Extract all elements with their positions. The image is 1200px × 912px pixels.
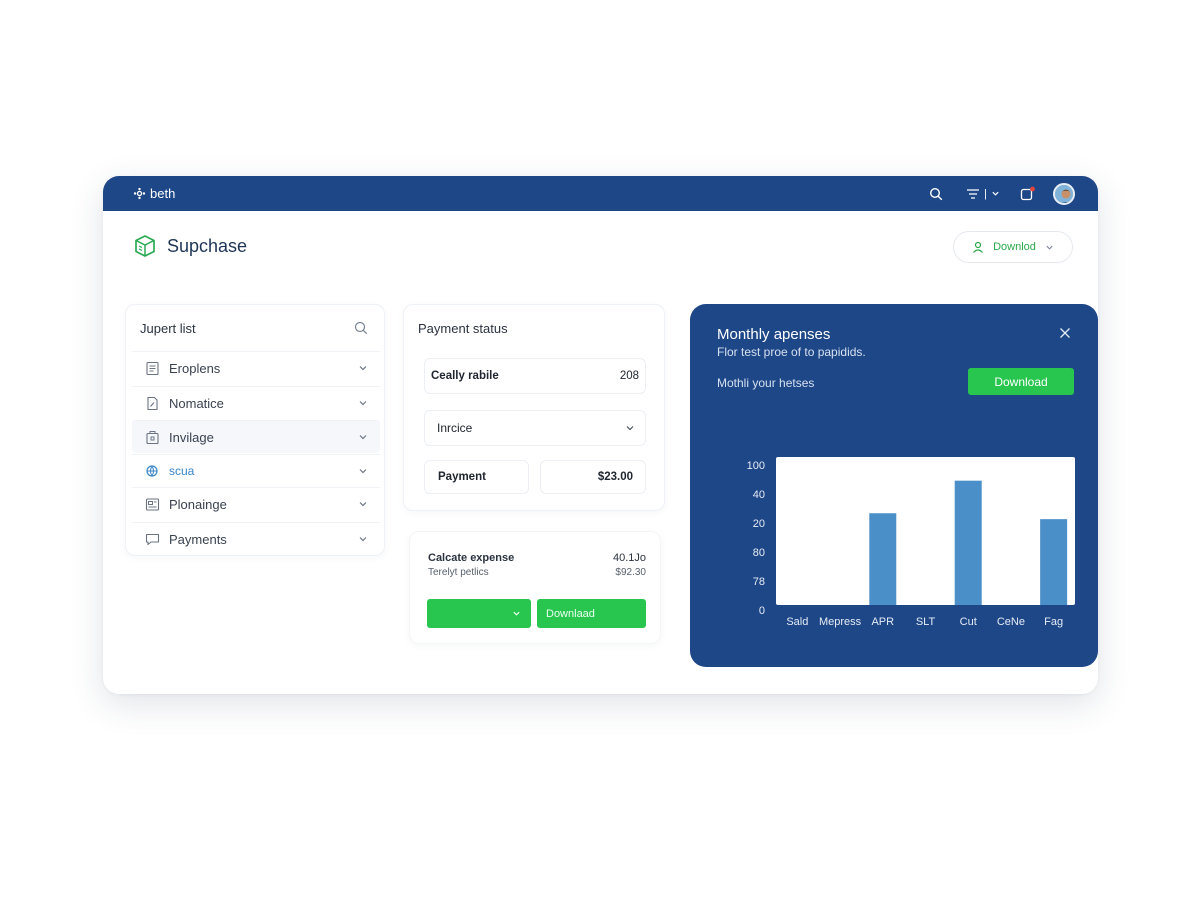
y-tick-label: 0 (759, 605, 765, 617)
chart-bar (954, 480, 982, 605)
filter-dropdown[interactable]: | (966, 185, 1000, 202)
green-dropdown-button[interactable] (427, 599, 531, 628)
list-item[interactable]: Invilage (132, 420, 380, 453)
monthly-expenses-panel: Monthly apenses Flor test proe of to pap… (690, 304, 1098, 667)
y-tick-label: 40 (753, 489, 765, 501)
list-item-label: scua (169, 464, 195, 478)
invoice-select[interactable]: Inrcice (424, 410, 646, 446)
x-tick-label: CeNe (997, 616, 1025, 628)
file-edit-icon (144, 395, 160, 411)
download-button[interactable]: Downlaad (537, 599, 646, 628)
chat-icon (144, 531, 160, 547)
x-tick-label: SLT (916, 616, 936, 628)
list-item-label: Invilage (169, 429, 214, 445)
package-icon (135, 235, 155, 257)
list-panel-title: Jupert list (140, 321, 196, 336)
y-tick-label: 100 (747, 460, 765, 472)
list-item[interactable]: Payments (132, 522, 380, 555)
x-tick-label: APR (871, 616, 894, 628)
y-tick-label: 20 (753, 518, 765, 530)
payment-amount-input[interactable]: $23.00 (540, 460, 646, 494)
chart-plot-area (776, 457, 1075, 605)
search-button[interactable] (929, 185, 943, 202)
invoice-select-value: Inrcice (437, 421, 473, 435)
notifications-button[interactable] (1020, 185, 1036, 202)
list-filter-icon (967, 188, 979, 199)
app-header: Supchase (133, 234, 247, 258)
ready-field[interactable]: Ceally rabile 208 (424, 358, 646, 394)
document-icon (144, 360, 160, 376)
search-icon (354, 321, 368, 335)
list-search-button[interactable] (354, 321, 368, 340)
payment-status-panel: Payment status Ceally rabile 208 Inrcice… (403, 304, 665, 511)
expense-label: Terelyt petlics (428, 567, 489, 578)
app-window: beth | Supchase Downlod Jupert list Erop… (103, 176, 1098, 694)
expense-label: Calcate expense (428, 552, 515, 564)
expense-panel: Calcate expense 40.1Jo Terelyt petlics $… (409, 531, 661, 644)
briefcase-icon (144, 429, 160, 445)
search-icon (929, 187, 943, 200)
expense-value: 40.1Jo (612, 552, 646, 564)
x-tick-label: Mepress (819, 616, 862, 628)
page-title: Supchase (167, 235, 248, 256)
chevron-down-icon (359, 366, 367, 371)
x-tick-label: Sald (786, 616, 808, 628)
globe-icon (144, 463, 160, 479)
list-item-label: Eroplens (169, 360, 221, 376)
ready-value: 208 (619, 370, 639, 382)
notification-icon (1020, 186, 1035, 201)
y-tick-label: 80 (753, 547, 765, 559)
chart-bar (869, 513, 897, 605)
list-item[interactable]: Nomatice (132, 386, 380, 419)
payment-label: Payment (438, 471, 486, 483)
list-panel: Jupert list Eroplens Nomatice Invilage s… (125, 304, 385, 556)
list-item[interactable]: scua (132, 454, 380, 487)
payment-amount: $23.00 (597, 471, 633, 483)
chevron-down-icon (359, 435, 367, 440)
list-item-label: Payments (169, 531, 227, 547)
ready-label: Ceally rabile (431, 370, 499, 382)
list-item[interactable]: Plonainge (132, 487, 380, 520)
chevron-down-icon (359, 502, 367, 507)
payment-label-field: Payment (424, 460, 529, 494)
chevron-down-icon (359, 401, 367, 406)
expense-row: Calcate expense 40.1Jo (428, 552, 646, 564)
chevron-down-icon (1046, 245, 1053, 250)
user-icon (973, 241, 984, 253)
filter-divider: | (984, 187, 987, 200)
brand-logo-icon (133, 187, 146, 200)
chevron-down-icon (359, 537, 367, 542)
user-avatar-icon (1055, 185, 1073, 203)
expense-row: Terelyt petlics $92.30 (428, 567, 646, 578)
list-item[interactable]: Eroplens (132, 351, 380, 384)
download-button-top[interactable]: Downlod (953, 231, 1073, 263)
y-tick-label: 78 (753, 576, 765, 588)
avatar[interactable] (1053, 183, 1075, 205)
brand-name: beth (150, 186, 176, 201)
download-button-top-label: Downlod (993, 241, 1036, 253)
brand[interactable]: beth (133, 186, 175, 201)
chevron-down-icon (513, 611, 520, 616)
list-item-label: Nomatice (169, 395, 224, 411)
chevron-down-icon (626, 426, 634, 431)
chart-bar (1040, 519, 1068, 605)
download-button-label: Downlaad (546, 607, 595, 620)
top-bar: beth | (103, 176, 1098, 211)
x-tick-label: Fag (1044, 616, 1063, 628)
x-tick-label: Cut (960, 616, 977, 628)
chevron-down-icon (992, 191, 999, 196)
payment-status-title: Payment status (418, 321, 508, 336)
chevron-down-icon (359, 469, 367, 474)
monthly-expenses-chart: 100 40 20 80 78 0 Sald Mepress APR SLT Cut CeNe Fag (747, 457, 1075, 628)
expense-value: $92.30 (615, 567, 646, 578)
list-item-label: Plonainge (169, 496, 227, 512)
newspaper-icon (144, 496, 160, 512)
